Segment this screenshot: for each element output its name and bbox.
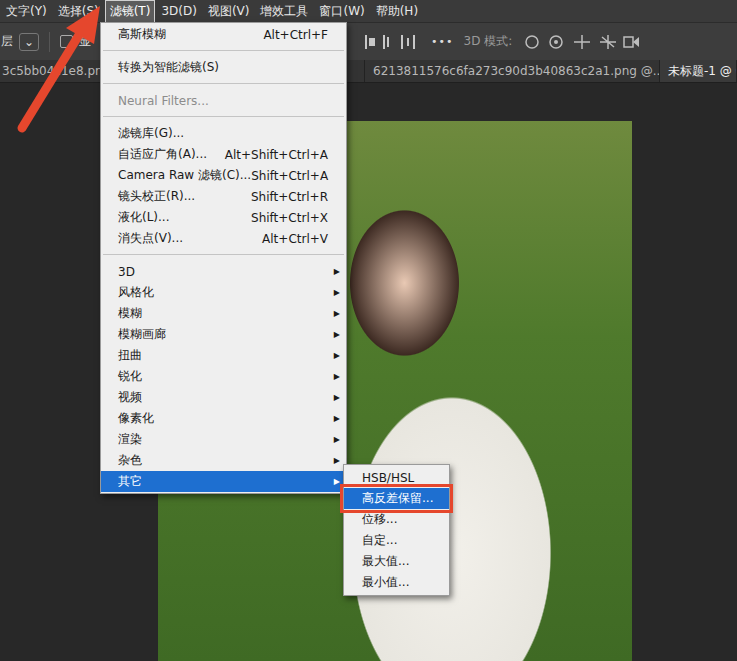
submenu-arrow-icon: ▶ (334, 372, 340, 381)
more-button[interactable]: ••• (431, 35, 453, 48)
menu-item[interactable]: 滤镜库(G)... (101, 123, 346, 144)
submenu-item[interactable]: 位移... (344, 509, 449, 530)
menu-bar-item[interactable]: 滤镜(T) (105, 0, 156, 23)
menu-bar-item[interactable]: 视图(V) (203, 0, 255, 23)
document-tab[interactable]: 未标题-1 @ 6 (660, 60, 737, 82)
menu-bar-item[interactable]: 文字(Y) (1, 0, 52, 23)
menu-bar: 文字(Y)选择(S)滤镜(T)3D(D)视图(V)增效工具窗口(W)帮助(H) (0, 0, 737, 22)
menu-item[interactable]: 转换为智能滤镜(S) (101, 57, 346, 78)
submenu-arrow-icon: ▶ (334, 309, 340, 318)
submenu-item[interactable]: 高反差保留... (344, 488, 449, 509)
menu-bar-item[interactable]: 帮助(H) (371, 0, 423, 23)
menu-item[interactable]: 渲染 ▶ (101, 429, 346, 450)
menu-item[interactable]: 锐化 ▶ (101, 366, 346, 387)
menu-item[interactable]: 模糊画廊 ▶ (101, 324, 346, 345)
submenu-item[interactable]: 最小值... (344, 572, 449, 593)
submenu-arrow-icon: ▶ (334, 414, 340, 423)
menu-item[interactable]: Camera Raw 滤镜(C)... Shift+Ctrl+A (101, 165, 346, 186)
menu-item[interactable]: 扭曲 ▶ (101, 345, 346, 366)
menu-separator (103, 83, 344, 84)
menu-item[interactable]: 模糊 ▶ (101, 303, 346, 324)
menu-separator (103, 116, 344, 117)
menu-item[interactable]: 液化(L)... Shift+Ctrl+X (101, 207, 346, 228)
menu-bar-item[interactable]: 3D(D) (156, 1, 201, 21)
layer-dropdown[interactable]: 层 (0, 33, 13, 50)
submenu-arrow-icon: ▶ (334, 288, 340, 297)
document-tab[interactable]: 6213811576c6fa273c90d3b40863c2a1.png @..… (365, 60, 660, 82)
3d-mode-label: 3D 模式: (464, 33, 513, 50)
submenu-arrow-icon: ▶ (334, 456, 340, 465)
filter-menu: 高斯模糊 Alt+Ctrl+F 转换为智能滤镜(S) Neural Filter… (100, 22, 347, 494)
menu-item[interactable]: 像素化 ▶ (101, 408, 346, 429)
photoshop-window: 文字(Y)选择(S)滤镜(T)3D(D)视图(V)增效工具窗口(W)帮助(H) … (0, 0, 737, 661)
menu-item[interactable]: 高斯模糊 Alt+Ctrl+F (101, 24, 346, 45)
menu-separator (103, 254, 344, 255)
menu-item[interactable]: 视频 ▶ (101, 387, 346, 408)
submenu-item[interactable]: HSB/HSL (344, 467, 449, 488)
3d-tools-icon[interactable] (522, 32, 642, 52)
submenu-arrow-icon: ▶ (334, 393, 340, 402)
menu-item[interactable]: 其它 ▶ (101, 471, 346, 492)
menu-bar-item[interactable]: 窗口(W) (314, 0, 369, 23)
submenu-arrow-icon: ▶ (334, 267, 340, 276)
menu-item[interactable]: Neural Filters... (101, 90, 346, 111)
red-arrow-icon (0, 0, 120, 140)
submenu-arrow-icon: ▶ (334, 435, 340, 444)
submenu-arrow-icon: ▶ (334, 477, 340, 486)
other-submenu: HSB/HSL高反差保留...位移...自定...最大值...最小值... (343, 464, 450, 596)
checkbox[interactable] (60, 35, 73, 48)
menu-item[interactable]: 镜头校正(R)... Shift+Ctrl+R (101, 186, 346, 207)
menu-item[interactable]: 杂色 ▶ (101, 450, 346, 471)
submenu-arrow-icon: ▶ (334, 351, 340, 360)
menu-item[interactable]: 自适应广角(A)... Alt+Shift+Ctrl+A (101, 144, 346, 165)
dropdown-caret-icon[interactable]: ⌄ (19, 33, 39, 51)
submenu-item[interactable]: 自定... (344, 530, 449, 551)
submenu-arrow-icon: ▶ (334, 330, 340, 339)
menu-item[interactable]: 消失点(V)... Alt+Ctrl+V (101, 228, 346, 249)
submenu-item[interactable]: 最大值... (344, 551, 449, 572)
checkbox-label: 显 (79, 33, 91, 50)
menu-item[interactable]: 3D ▶ (101, 261, 346, 282)
menu-bar-item[interactable]: 选择(S) (53, 0, 104, 23)
menu-bar-item[interactable]: 增效工具 (255, 0, 313, 23)
menu-item[interactable]: 风格化 ▶ (101, 282, 346, 303)
align-icon[interactable] (361, 32, 421, 52)
menu-separator (103, 50, 344, 51)
